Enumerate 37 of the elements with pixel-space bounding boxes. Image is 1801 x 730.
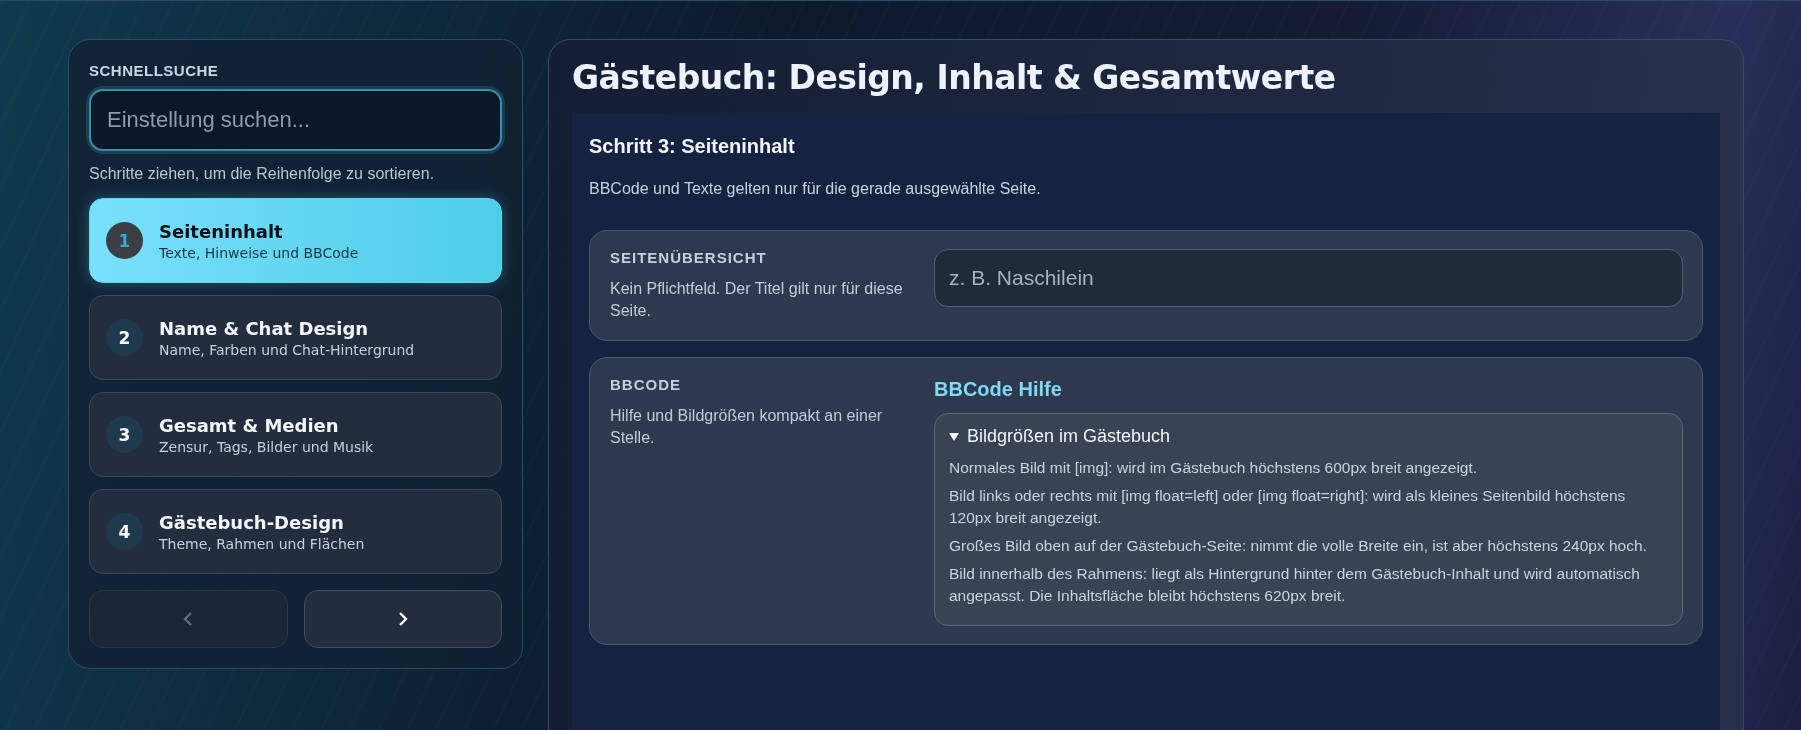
chevron-left-icon [183,612,194,626]
step-description: BBCode und Texte gelten nur für die gerade ausgewählte Seite. [589,180,1042,198]
hint-text: Schritte ziehen, um die Reihenfolge zu sortieren. [89,165,436,183]
step-subtitle: Zensur, Tags, Bilder und Musik [159,438,374,455]
details-text: Bild innerhalb des Rahmens: liegt als Hintergrund hinter dem Gästebuch-Inhalt und wird automatisch angepasst. Die Inhaltsfläche bleibt höchstens 620px breit. [949,564,1641,606]
step-title: Name & Chat Design [159,317,370,339]
details-text: Bild links oder rechts mit [img float=left] oder [img float=right]: wird als kleines Seitenbild höchstens 120px breit angezeigt. [949,486,1627,528]
title-field[interactable]: z. B. Naschilein [934,249,1683,307]
step-subtitle: Theme, Rahmen und Flächen [159,535,365,552]
step-title: Seiteninhalt [159,220,284,242]
step-number: 1 [106,222,143,259]
step-subtitle: Texte, Hinweise und BBCode [159,244,359,261]
disclosure-triangle-icon [949,431,959,442]
section-heading: SCHNELLSUCHE [89,62,220,79]
step-title: Gesamt & Medien [159,414,340,436]
step-number: 2 [106,319,143,356]
section-heading: SEITENÜBERSICHT [610,249,768,266]
step-item[interactable]: 4 Gästebuch-Design Theme, Rahmen und Flächen [89,489,502,574]
search-field[interactable]: Einstellung suchen... [89,89,502,151]
step-number: 4 [106,513,143,550]
step-number: 3 [106,416,143,453]
chevron-right-icon [397,612,408,626]
page-title: Gästebuch: Design, Inhalt & Gesamtwerte [572,58,1337,97]
details-text: Normales Bild mit [img]: wird im Gästebuch höchstens 600px breit angezeigt. [949,458,1479,478]
section-description: Hilfe und Bildgrößen kompakt an einer Stelle. [610,406,884,448]
step-heading: Schritt 3: Seiteninhalt [589,135,796,158]
step-item[interactable]: 1 Seiteninhalt Texte, Hinweise und BBCode [89,198,502,283]
section-description: Kein Pflichtfeld. Der Titel gilt nur für diese Seite. [610,279,904,321]
section-heading: BBCODE [610,376,682,393]
details-text: Großes Bild oben auf der Gästebuch-Seite: nimmt die volle Breite ein, ist aber höchstens 240px hoch. [949,536,1648,556]
step-subtitle: Name, Farben und Chat-Hintergrund [159,341,415,358]
step-item[interactable]: 3 Gesamt & Medien Zensur, Tags, Bilder und Musik [89,392,502,477]
next-button[interactable] [303,590,502,648]
details-summary[interactable]: Bildgrößen im Gästebuch [949,426,1668,447]
step-title: Gästebuch-Design [159,511,345,533]
help-link[interactable]: BBCode Hilfe [934,378,1062,401]
step-item[interactable]: 2 Name & Chat Design Name, Farben und Chat-Hintergrund [89,295,502,380]
